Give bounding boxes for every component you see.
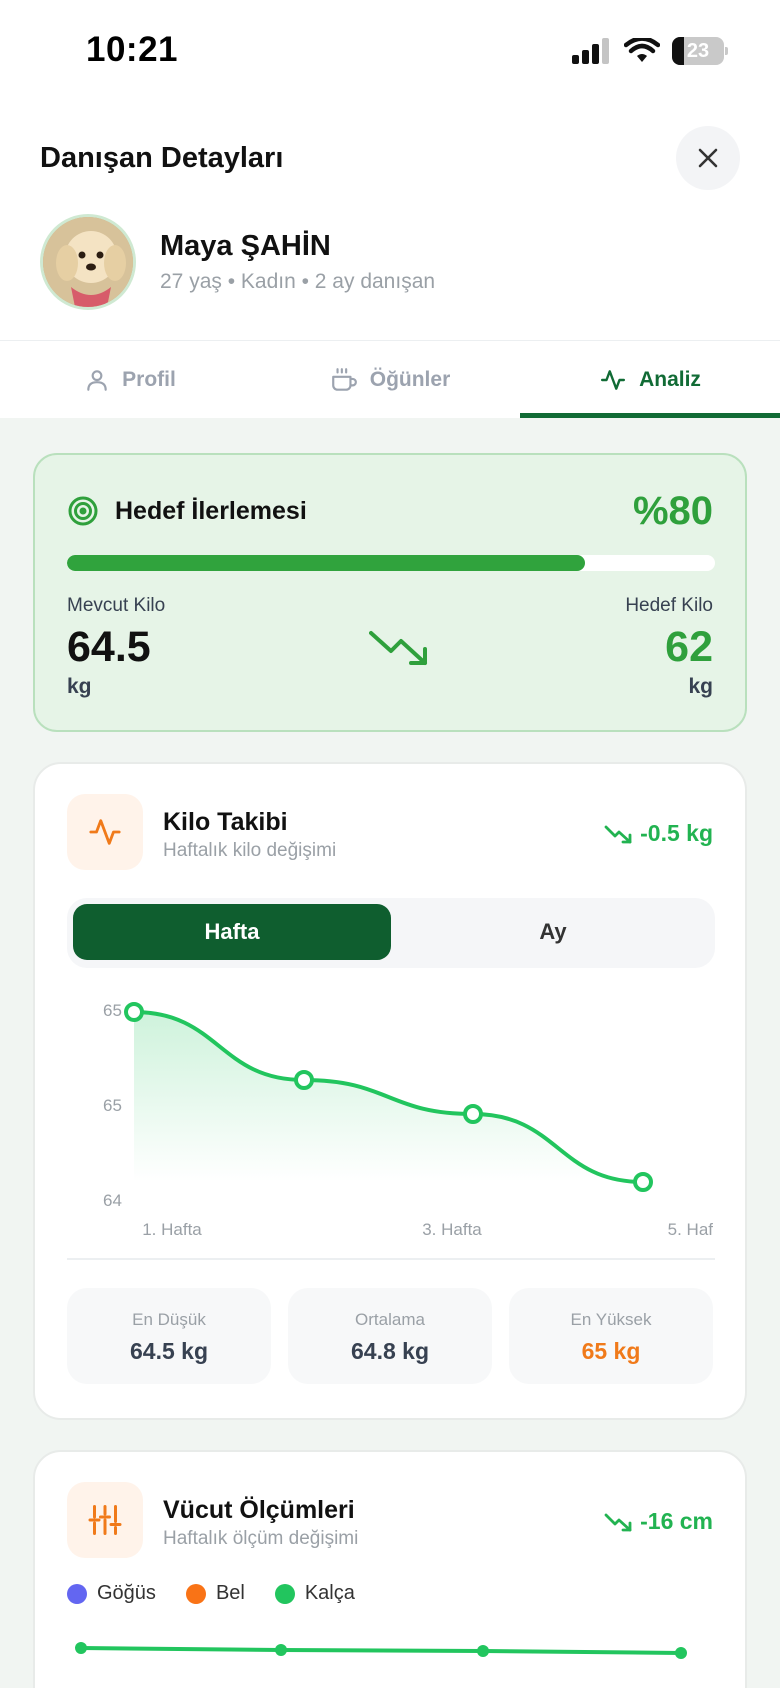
stat-value: 65 kg [581,1338,641,1364]
dog-avatar-image [43,217,133,307]
current-weight-value: 64.5 [67,623,151,671]
weight-change-value: -0.5 kg [640,820,713,846]
page-title: Danışan Detayları [40,142,284,174]
tab-bar: Profil Öğünler Analiz [0,340,780,418]
tab-ogunler[interactable]: Öğünler [260,341,520,419]
measurements-legend: Göğüs Bel Kalça [67,1582,355,1605]
status-bar: 10:21 23 [0,0,780,100]
signal-icon [572,38,609,64]
battery-level: 23 [686,40,710,62]
measurements-icon-box [67,1482,143,1558]
goal-title: Hedef İlerlemesi [115,497,307,525]
target-weight-unit: kg [688,675,713,698]
goal-progress-fill [67,555,586,571]
current-weight-unit: kg [67,675,92,698]
legend-dot [185,1583,206,1604]
chart-point [675,1647,687,1659]
tab-label: Öğünler [369,368,451,391]
legend-dot [274,1583,295,1604]
chart-point[interactable] [124,1002,144,1022]
legend-item-bel: Bel [185,1582,245,1605]
weight-tracking-card: Kilo Takibi Haftalık kilo değişimi -0.5 … [33,762,747,1420]
tab-analiz[interactable]: Analiz [520,341,780,419]
close-icon [698,148,718,168]
x-tick-label: 5. Haf [668,1220,714,1239]
stat-value: 64.5 kg [130,1338,208,1364]
goal-progress-card: Hedef İlerlemesi %80 Mevcut Kilo 64.5 kg… [33,453,747,732]
stat-max: En Yüksek 65 kg [509,1288,713,1384]
measurements-card-title: Vücut Ölçümleri [163,1496,355,1524]
kalca-series-line [80,1646,682,1655]
segment-week[interactable]: Hafta [73,904,391,960]
stat-label: En Düşük [132,1310,206,1329]
legend-label: Bel [215,1582,245,1604]
chart-point[interactable] [294,1070,314,1090]
legend-label: Kalça [304,1582,355,1604]
x-tick-label: 1. Hafta [142,1220,202,1239]
stat-label: Ortalama [355,1310,425,1329]
activity-icon [601,370,626,390]
chart-point [75,1642,87,1654]
trending-down-icon [604,1513,632,1531]
weight-change: -0.5 kg [604,820,713,847]
active-tab-indicator [520,413,780,418]
x-tick-label: 3. Hafta [422,1220,482,1239]
current-weight-label: Mevcut Kilo [67,595,166,616]
legend-dot [67,1583,87,1604]
y-tick-label: 65 [103,1001,122,1020]
client-header: Danışan Detayları Maya ŞAHİN 27 yaş • Ka… [0,100,780,340]
close-button[interactable] [676,126,740,190]
legend-item-kalca: Kalça [274,1582,355,1605]
target-weight-value: 62 [665,623,713,671]
y-tick-label: 65 [103,1096,122,1115]
status-icons: 23 [572,36,728,66]
status-time: 10:21 [86,30,179,69]
coffee-cup-icon [331,368,357,391]
tab-profil[interactable]: Profil [0,341,260,419]
user-icon [87,370,107,391]
stat-average: Ortalama 64.8 kg [288,1288,492,1384]
segment-month[interactable]: Ay [397,904,709,960]
measurements-chart-preview [75,1642,687,1659]
weight-chart: 65 65 64 1. Hafta 3. Hafta 5. Haf [103,1001,714,1239]
activity-icon [89,819,121,845]
tab-label: Analiz [639,368,701,391]
y-tick-label: 64 [103,1191,122,1210]
client-meta: 27 yaş • Kadın • 2 ay danışan [160,270,436,293]
measurements-card-subtitle: Haftalık ölçüm değişimi [163,1528,359,1549]
chart-point [275,1644,287,1656]
trending-down-icon [369,631,427,665]
wifi-icon [624,38,660,62]
goal-percent: %80 [632,489,713,533]
weight-icon-box [67,794,143,870]
goal-progress-bar [67,555,715,571]
chart-point[interactable] [463,1104,483,1124]
period-toggle: Hafta Ay [67,898,715,968]
legend-label: Göğüs [97,1582,156,1604]
sliders-icon [88,1505,122,1535]
target-icon [68,496,98,526]
trending-down-icon [604,825,632,843]
chart-point [477,1645,489,1657]
body-measurements-card: Vücut Ölçümleri Haftalık ölçüm değişimi … [33,1450,747,1688]
chart-point[interactable] [633,1172,653,1192]
client-name: Maya ŞAHİN [160,230,331,262]
measurements-change: -16 cm [604,1508,713,1535]
stat-value: 64.8 kg [351,1338,429,1364]
tab-label: Profil [122,368,176,391]
stat-min: En Düşük 64.5 kg [67,1288,271,1384]
battery-icon: 23 [672,37,728,65]
weight-card-title: Kilo Takibi [163,808,288,836]
avatar [40,214,136,310]
stat-label: En Yüksek [570,1310,652,1329]
measurements-change-value: -16 cm [640,1508,713,1534]
divider [67,1258,715,1260]
weight-card-subtitle: Haftalık kilo değişimi [163,840,337,861]
target-weight-label: Hedef Kilo [625,595,713,616]
legend-item-gogus: Göğüs [67,1582,156,1605]
